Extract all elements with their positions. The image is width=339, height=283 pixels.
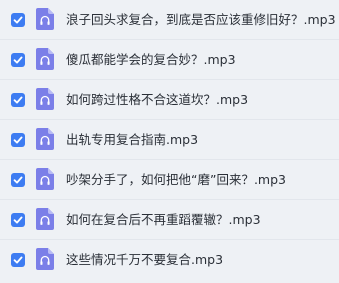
file-name[interactable]: 如何在复合后不再重蹈覆辙？.mp3 bbox=[66, 210, 261, 230]
file-row[interactable]: 如何在复合后不再重蹈覆辙？.mp3 bbox=[0, 200, 339, 240]
checkbox-checked[interactable] bbox=[11, 213, 25, 227]
check-icon bbox=[13, 16, 23, 24]
check-icon bbox=[13, 136, 23, 144]
audio-file-icon bbox=[36, 248, 54, 270]
file-name[interactable]: 这些情况千万不要复合.mp3 bbox=[66, 250, 223, 270]
file-name[interactable]: 如何跨过性格不合这道坎？.mp3 bbox=[66, 90, 248, 110]
file-name[interactable]: 傻瓜都能学会的复合妙？.mp3 bbox=[66, 50, 236, 70]
file-name[interactable]: 出轨专用复合指南.mp3 bbox=[66, 130, 198, 150]
file-list: 浪子回头求复合，到底是否应该重修旧好？.mp3 傻瓜都能学会的复合妙？.mp3 … bbox=[0, 0, 339, 283]
checkbox-checked[interactable] bbox=[11, 253, 25, 267]
audio-file-icon bbox=[36, 8, 54, 30]
audio-file-icon bbox=[36, 168, 54, 190]
file-row[interactable]: 如何跨过性格不合这道坎？.mp3 bbox=[0, 80, 339, 120]
checkbox-checked[interactable] bbox=[11, 173, 25, 187]
audio-file-icon bbox=[36, 208, 54, 230]
file-row[interactable]: 这些情况千万不要复合.mp3 bbox=[0, 240, 339, 280]
checkbox-checked[interactable] bbox=[11, 53, 25, 67]
file-name[interactable]: 浪子回头求复合，到底是否应该重修旧好？.mp3 bbox=[66, 10, 336, 30]
file-row[interactable]: 吵架分手了，如何把他“磨”回来？.mp3 bbox=[0, 160, 339, 200]
file-row[interactable]: 傻瓜都能学会的复合妙？.mp3 bbox=[0, 40, 339, 80]
check-icon bbox=[13, 216, 23, 224]
check-icon bbox=[13, 56, 23, 64]
check-icon bbox=[13, 176, 23, 184]
check-icon bbox=[13, 96, 23, 104]
checkbox-checked[interactable] bbox=[11, 13, 25, 27]
file-name[interactable]: 吵架分手了，如何把他“磨”回来？.mp3 bbox=[66, 170, 286, 190]
check-icon bbox=[13, 256, 23, 264]
audio-file-icon bbox=[36, 48, 54, 70]
checkbox-checked[interactable] bbox=[11, 93, 25, 107]
file-row[interactable]: 出轨专用复合指南.mp3 bbox=[0, 120, 339, 160]
checkbox-checked[interactable] bbox=[11, 133, 25, 147]
audio-file-icon bbox=[36, 88, 54, 110]
file-row[interactable]: 浪子回头求复合，到底是否应该重修旧好？.mp3 bbox=[0, 0, 339, 40]
audio-file-icon bbox=[36, 128, 54, 150]
